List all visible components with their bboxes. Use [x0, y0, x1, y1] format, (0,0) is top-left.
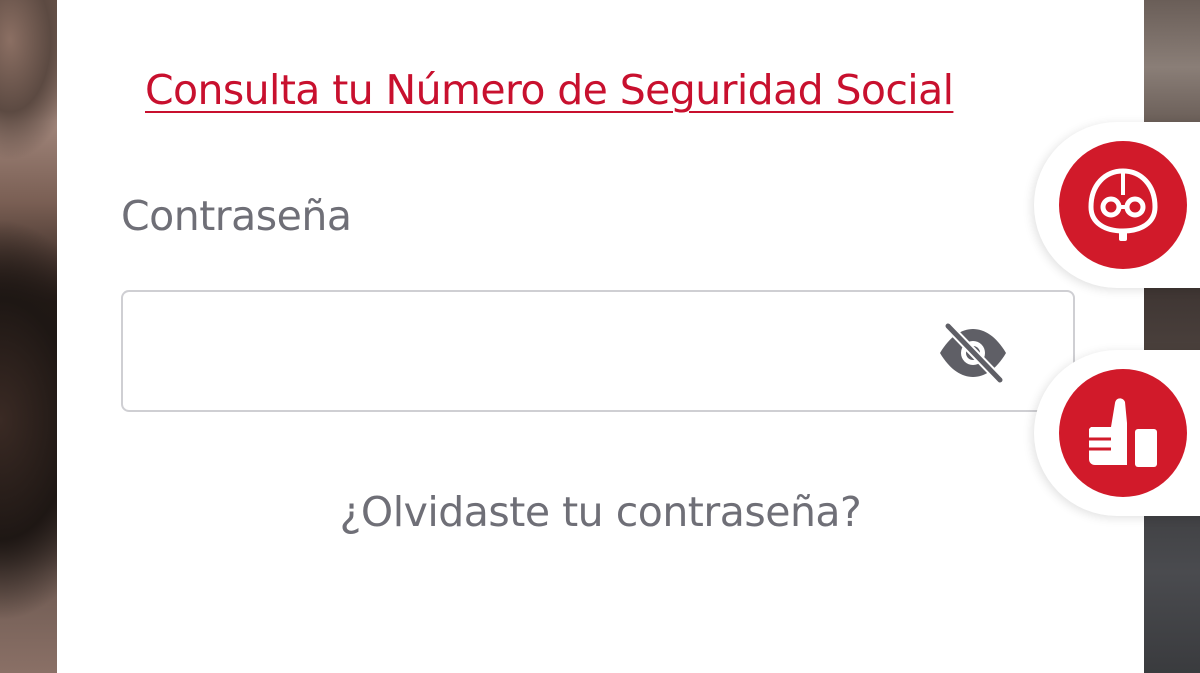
password-input[interactable] [121, 290, 1075, 412]
page: Consulta tu Número de Seguridad Social C… [0, 0, 1200, 673]
thumbs-up-icon [1089, 398, 1157, 467]
robot-assistant-icon [1088, 168, 1158, 241]
forgot-password-link[interactable]: ¿Olvidaste tu contraseña? [57, 488, 1144, 536]
background-photo-left [0, 0, 60, 673]
password-label: Contraseña [121, 192, 352, 240]
login-card: Consulta tu Número de Seguridad Social C… [57, 0, 1144, 673]
assistant-button[interactable] [1059, 141, 1187, 269]
background-photo-right [1140, 0, 1200, 673]
feedback-float-tab [1034, 350, 1200, 516]
toggle-password-visibility-button[interactable] [933, 318, 1013, 388]
eye-slash-icon [940, 322, 1006, 384]
nss-lookup-link[interactable]: Consulta tu Número de Seguridad Social [145, 66, 954, 114]
assistant-float-tab [1034, 122, 1200, 288]
feedback-button[interactable] [1059, 369, 1187, 497]
